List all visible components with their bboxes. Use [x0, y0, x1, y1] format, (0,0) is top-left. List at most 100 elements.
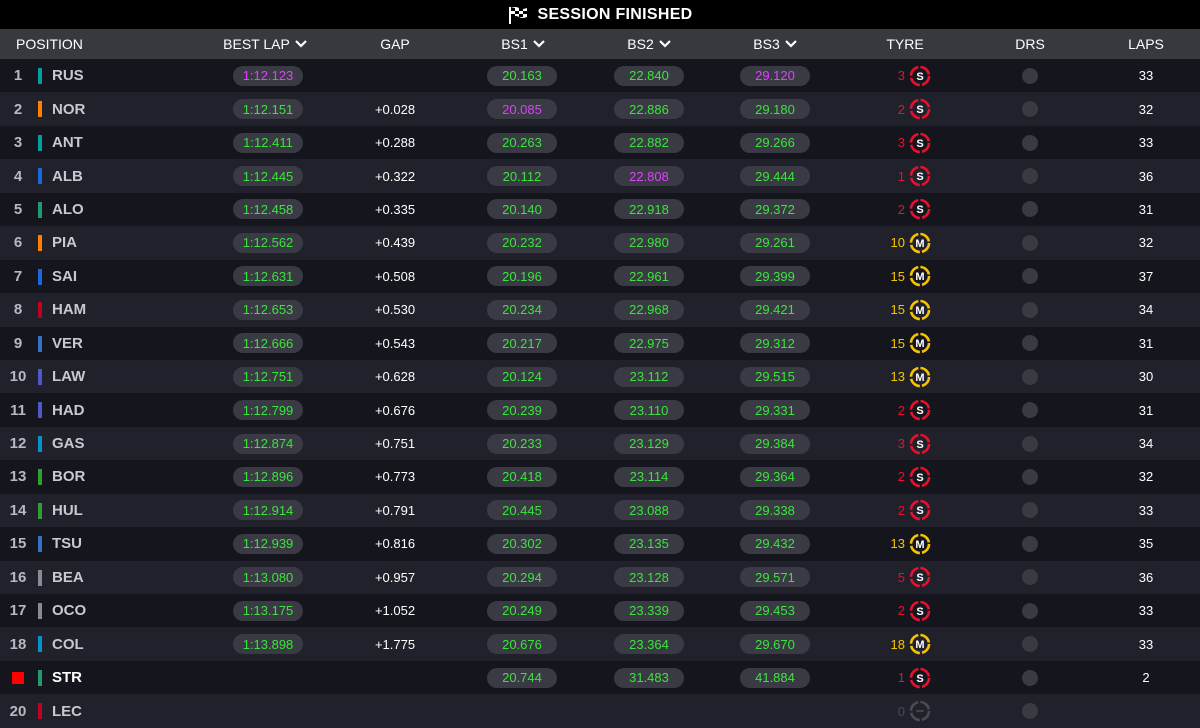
col-tyre[interactable]: TYRE [860, 29, 950, 59]
drs-indicator-icon [1022, 301, 1038, 318]
drs-indicator-icon [1022, 268, 1038, 285]
tyre-age: 1 [897, 168, 905, 184]
svg-text:S: S [916, 673, 923, 685]
bs3-time-cell: 29.331 [730, 393, 820, 426]
best-lap: 1:12.151 [233, 99, 303, 120]
table-row[interactable]: 11 HAD 1:12.799 +0.676 20.239 23.110 29.331 2 S 3… [0, 393, 1200, 427]
table-row[interactable]: 18 COL 1:13.898 +1.775 20.676 23.364 29.670 18 M… [0, 627, 1200, 661]
driver-code[interactable]: SAI [52, 260, 112, 293]
bs2-time: 22.808 [614, 166, 684, 187]
laps: 33 [1138, 636, 1154, 652]
tyre-cell: 2S [860, 494, 950, 527]
checkered-flag-icon [509, 6, 528, 24]
col-position[interactable]: POSITION [16, 29, 136, 59]
driver-code[interactable]: GAS [52, 427, 112, 460]
gap: +0.439 [374, 235, 416, 251]
bs2-time-cell: 23.088 [604, 494, 694, 527]
driver-code[interactable]: TSU [52, 527, 112, 560]
best-lap-cell: 1:12.123 [223, 59, 313, 92]
drs-indicator-icon [1022, 335, 1038, 352]
col-laps[interactable]: LAPS [1110, 29, 1182, 59]
table-row[interactable]: 10 LAW 1:12.751 +0.628 20.124 23.112 29.515 13 M… [0, 359, 1200, 394]
driver-code[interactable]: LEC [52, 694, 112, 727]
table-row[interactable]: 6 PIA 1:12.562 +0.439 20.232 22.980 29.261 10 M 3… [0, 226, 1200, 260]
driver-code[interactable]: RUS [52, 59, 112, 92]
driver-code[interactable]: VER [52, 327, 112, 360]
col-best-lap[interactable]: BEST LAP [210, 29, 320, 59]
driver-code[interactable]: OCO [52, 594, 112, 627]
best-lap: 1:12.123 [233, 65, 303, 86]
bs2-time-cell: 31.483 [604, 661, 694, 694]
col-bs3[interactable]: BS3 [730, 29, 820, 59]
table-row[interactable]: 3 ANT 1:12.411 +0.288 20.263 22.882 29.266 3 S 33 [0, 125, 1200, 160]
bs3-time-cell: 29.571 [730, 561, 820, 594]
best-lap-cell: 1:12.874 [223, 427, 313, 460]
tyre-cell: 0 [860, 694, 950, 727]
team-color-bar [38, 402, 42, 419]
tyre-cell: 2S [860, 92, 950, 125]
gap: +0.957 [374, 569, 416, 585]
table-row[interactable]: 1 RUS 1:12.123 20.163 22.840 29.120 3 S 33 [0, 59, 1200, 93]
table-row[interactable]: 16 BEA 1:13.080 +0.957 20.294 23.128 29.571 5 S 3… [0, 560, 1200, 594]
driver-code[interactable]: ANT [52, 126, 112, 159]
drs-cell [990, 627, 1070, 660]
svg-text:M: M [915, 238, 924, 250]
tyre-age: 15 [890, 302, 905, 318]
svg-text:M: M [915, 639, 924, 651]
table-row[interactable]: STR 20.744 31.483 41.884 1 S 2 [0, 660, 1200, 695]
table-row[interactable]: 13 BOR 1:12.896 +0.773 20.418 23.114 29.364 2 S 3… [0, 460, 1200, 494]
table-row[interactable]: 14 HUL 1:12.914 +0.791 20.445 23.088 29.338 2 S 3… [0, 493, 1200, 528]
driver-code[interactable]: HAM [52, 293, 112, 326]
table-row[interactable]: 17 OCO 1:13.175 +1.052 20.249 23.339 29.453 2 S 3… [0, 594, 1200, 628]
gap: +1.052 [374, 603, 416, 619]
table-row[interactable]: 5 ALO 1:12.458 +0.335 20.140 22.918 29.372 2 S 31 [0, 192, 1200, 227]
position: 16 [9, 568, 27, 586]
table-row[interactable]: 8 HAM 1:12.653 +0.530 20.234 22.968 29.421 15 M 3… [0, 293, 1200, 327]
best-lap: 1:12.666 [233, 333, 303, 354]
bs1-time: 20.249 [487, 600, 557, 621]
bs3-time-cell: 29.120 [730, 59, 820, 92]
tyre-cell: 15 M [860, 327, 950, 360]
best-lap-cell: 1:12.914 [223, 494, 313, 527]
col-bs2[interactable]: BS2 [604, 29, 694, 59]
table-row[interactable]: 4 ALB 1:12.445 +0.322 20.112 22.808 29.444 1 S 36 [0, 159, 1200, 193]
bs1-time: 20.239 [487, 400, 557, 421]
laps: 32 [1138, 469, 1154, 485]
table-row[interactable]: 20 LEC 0 [0, 694, 1200, 728]
table-row[interactable]: 15 TSU 1:12.939 +0.816 20.302 23.135 29.432 13 M… [0, 527, 1200, 561]
tyre-age: 15 [890, 268, 905, 284]
driver-code[interactable]: HAD [52, 393, 112, 426]
col-drs[interactable]: DRS [990, 29, 1070, 59]
col-gap[interactable]: GAP [350, 29, 440, 59]
table-row[interactable]: 7 SAI 1:12.631 +0.508 20.196 22.961 29.399 15 M 3… [0, 259, 1200, 294]
driver-code[interactable]: STR [52, 661, 112, 694]
tyre-age: 15 [890, 335, 905, 351]
bs3-time: 29.571 [740, 567, 810, 588]
bs2-time: 22.975 [614, 333, 684, 354]
best-lap-cell: 1:12.562 [223, 226, 313, 259]
bs2-time: 22.840 [614, 65, 684, 86]
tyre-age: 5 [897, 569, 905, 585]
driver-code[interactable]: ALB [52, 159, 112, 192]
col-bs3-label: BS3 [753, 36, 780, 52]
drs-indicator-icon [1022, 101, 1038, 118]
driver-code[interactable]: LAW [52, 360, 112, 393]
tyre-age: 2 [897, 101, 905, 117]
driver-code[interactable]: NOR [52, 92, 112, 125]
position: 4 [13, 167, 23, 185]
best-lap-cell: 1:12.445 [223, 159, 313, 192]
table-row[interactable]: 2 NOR 1:12.151 +0.028 20.085 22.886 29.180 2 S 32 [0, 92, 1200, 126]
team-color-bar [38, 603, 42, 619]
driver-code[interactable]: COL [52, 627, 112, 660]
bs2-time-cell: 23.112 [604, 360, 694, 393]
driver-code[interactable]: BEA [52, 561, 112, 594]
table-row[interactable]: 12 GAS 1:12.874 +0.751 20.233 23.129 29.384 3 S 3… [0, 426, 1200, 461]
col-bs1[interactable]: BS1 [478, 29, 568, 59]
driver-code[interactable]: PIA [52, 226, 112, 259]
driver-code[interactable]: BOR [52, 460, 112, 493]
driver-code[interactable]: ALO [52, 193, 112, 226]
driver-code[interactable]: HUL [52, 494, 112, 527]
svg-text:S: S [916, 606, 923, 618]
chevron-down-icon [658, 40, 671, 48]
table-row[interactable]: 9 VER 1:12.666 +0.543 20.217 22.975 29.312 15 M 3… [0, 326, 1200, 360]
